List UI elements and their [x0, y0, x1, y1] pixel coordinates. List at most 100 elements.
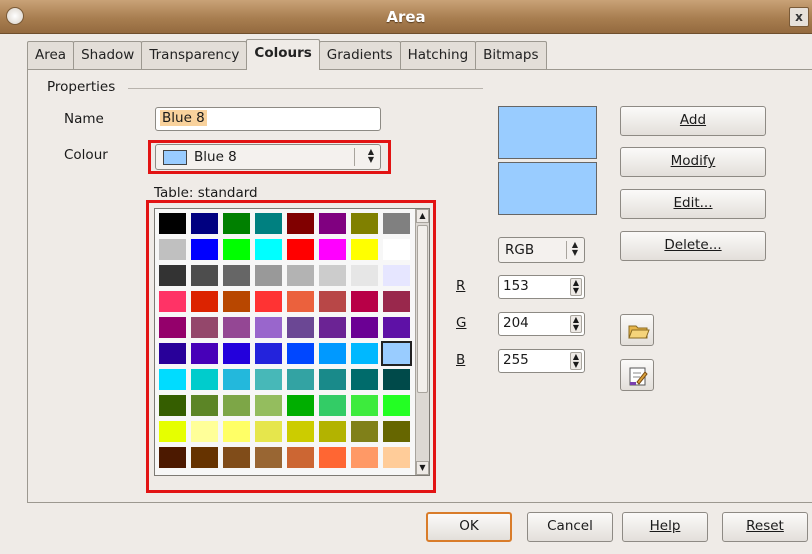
palette-swatch[interactable] — [253, 289, 285, 315]
palette-swatch[interactable] — [317, 341, 349, 367]
palette-swatch[interactable] — [157, 315, 189, 341]
scroll-up-icon[interactable]: ▲ — [416, 209, 429, 223]
palette-swatch[interactable] — [285, 211, 317, 237]
palette-swatch[interactable] — [381, 263, 413, 289]
palette-swatch[interactable] — [221, 315, 253, 341]
palette-swatch[interactable] — [317, 367, 349, 393]
palette-swatch[interactable] — [285, 341, 317, 367]
palette-swatch[interactable] — [157, 211, 189, 237]
close-icon[interactable]: x — [789, 7, 809, 27]
tab-transparency[interactable]: Transparency — [141, 41, 248, 70]
palette-swatch[interactable] — [221, 289, 253, 315]
scroll-thumb[interactable] — [417, 225, 428, 393]
palette-swatch[interactable] — [349, 445, 381, 471]
colour-select[interactable]: Blue 8 ▲ ▼ — [155, 144, 381, 170]
spin-arrows-icon[interactable]: ▲ ▼ — [570, 315, 582, 333]
palette-swatch[interactable] — [349, 289, 381, 315]
palette-swatch[interactable] — [285, 419, 317, 445]
ok-button[interactable]: OK — [426, 512, 512, 542]
palette-swatch[interactable] — [221, 263, 253, 289]
palette-swatch[interactable] — [381, 419, 413, 445]
palette-swatch[interactable] — [381, 237, 413, 263]
r-spinner[interactable]: 153 ▲ ▼ — [498, 275, 585, 299]
palette-swatch[interactable] — [253, 393, 285, 419]
colour-model-select[interactable]: RGB ▲ ▼ — [498, 237, 585, 263]
palette-swatch[interactable] — [285, 289, 317, 315]
palette-swatch[interactable] — [349, 315, 381, 341]
g-spinner[interactable]: 204 ▲ ▼ — [498, 312, 585, 336]
palette-swatch[interactable] — [317, 211, 349, 237]
palette-swatch[interactable] — [221, 445, 253, 471]
save-colour-list-button[interactable] — [620, 359, 654, 391]
palette-swatch[interactable] — [189, 237, 221, 263]
palette-swatch[interactable] — [317, 419, 349, 445]
palette-swatch[interactable] — [317, 289, 349, 315]
palette-swatch[interactable] — [285, 237, 317, 263]
palette-swatch[interactable] — [157, 289, 189, 315]
palette-swatch[interactable] — [285, 315, 317, 341]
palette-swatch[interactable] — [189, 367, 221, 393]
palette-swatch[interactable] — [381, 393, 413, 419]
palette-swatch[interactable] — [381, 315, 413, 341]
palette-swatch[interactable] — [285, 263, 317, 289]
palette-swatch[interactable] — [349, 367, 381, 393]
palette-swatch[interactable] — [381, 367, 413, 393]
palette-swatch[interactable] — [253, 445, 285, 471]
palette-swatch[interactable] — [157, 367, 189, 393]
palette-swatch[interactable] — [157, 341, 189, 367]
edit-button[interactable]: Edit... — [620, 189, 766, 219]
palette-swatch[interactable] — [189, 393, 221, 419]
tab-hatching[interactable]: Hatching — [399, 41, 477, 70]
palette-swatch[interactable] — [221, 419, 253, 445]
palette-swatch[interactable] — [221, 393, 253, 419]
tab-colours[interactable]: Colours — [246, 39, 320, 70]
palette-swatch[interactable] — [189, 445, 221, 471]
palette-swatch[interactable] — [253, 367, 285, 393]
palette-swatch[interactable] — [317, 263, 349, 289]
palette-swatch[interactable] — [189, 315, 221, 341]
palette-swatch[interactable] — [349, 419, 381, 445]
help-button[interactable]: Help — [622, 512, 708, 542]
palette-swatch[interactable] — [349, 211, 381, 237]
palette-swatch[interactable] — [253, 315, 285, 341]
tab-gradients[interactable]: Gradients — [318, 41, 401, 70]
palette-swatch[interactable] — [317, 393, 349, 419]
palette-swatch[interactable] — [253, 263, 285, 289]
palette-swatch[interactable] — [317, 315, 349, 341]
palette-swatch[interactable] — [317, 445, 349, 471]
palette-swatch[interactable] — [349, 341, 381, 367]
palette-swatch[interactable] — [221, 341, 253, 367]
palette-swatch[interactable] — [381, 289, 413, 315]
palette-swatch[interactable] — [189, 263, 221, 289]
tab-bitmaps[interactable]: Bitmaps — [475, 41, 547, 70]
palette-swatch[interactable] — [253, 419, 285, 445]
modify-button[interactable]: Modify — [620, 147, 766, 177]
delete-button[interactable]: Delete... — [620, 231, 766, 261]
tab-area[interactable]: Area — [27, 41, 75, 70]
palette-swatch[interactable] — [381, 211, 413, 237]
b-spinner[interactable]: 255 ▲ ▼ — [498, 349, 585, 373]
palette-swatch[interactable] — [317, 237, 349, 263]
reset-button[interactable]: Reset — [722, 512, 808, 542]
spin-arrows-icon[interactable]: ▲ ▼ — [570, 278, 582, 296]
palette-swatch[interactable] — [157, 393, 189, 419]
palette-swatch[interactable] — [285, 445, 317, 471]
palette-swatch[interactable] — [285, 367, 317, 393]
add-button[interactable]: Add — [620, 106, 766, 136]
palette-swatch[interactable] — [221, 211, 253, 237]
palette-swatch[interactable] — [221, 367, 253, 393]
palette-swatch[interactable] — [189, 289, 221, 315]
palette-swatch[interactable] — [221, 237, 253, 263]
palette-scrollbar[interactable]: ▲ ▼ — [415, 209, 429, 475]
spin-arrows-icon[interactable]: ▲ ▼ — [570, 352, 582, 370]
palette-swatch[interactable] — [381, 445, 413, 471]
palette-swatch[interactable] — [157, 445, 189, 471]
tab-shadow[interactable]: Shadow — [73, 41, 143, 70]
palette-swatch[interactable] — [349, 263, 381, 289]
palette-swatch[interactable] — [189, 419, 221, 445]
palette-swatch[interactable] — [285, 393, 317, 419]
name-field[interactable]: Blue 8 — [155, 107, 381, 131]
palette-swatch[interactable] — [157, 419, 189, 445]
palette-swatch[interactable] — [349, 237, 381, 263]
palette-swatch[interactable] — [253, 211, 285, 237]
